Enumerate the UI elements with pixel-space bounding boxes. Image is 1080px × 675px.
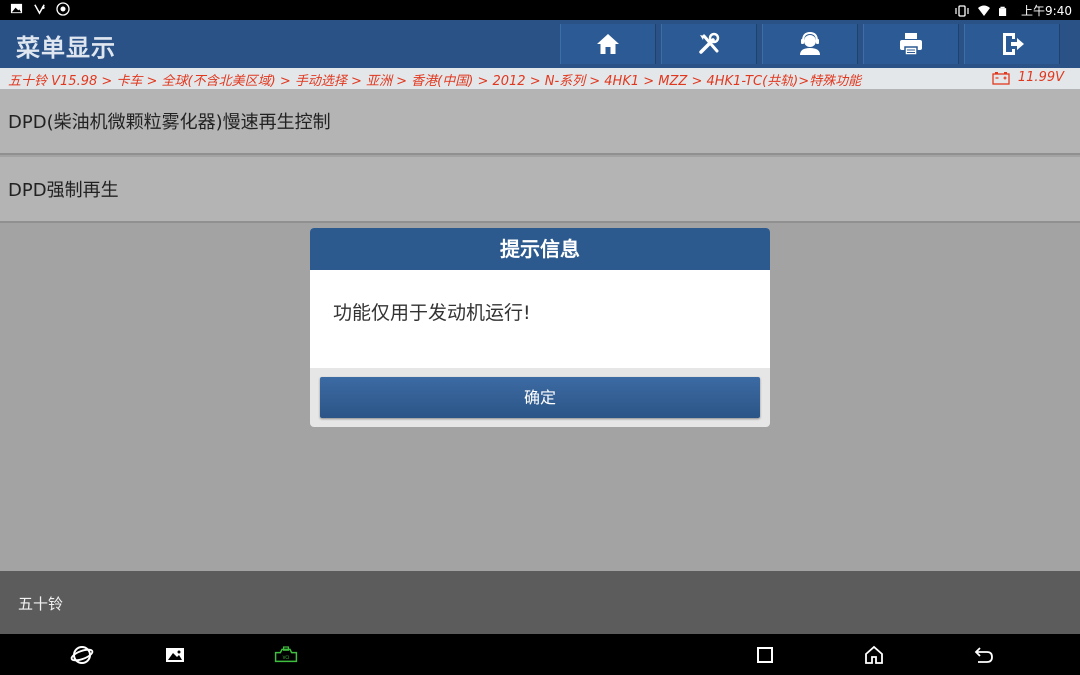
menu-item-label: DPD强制再生 xyxy=(8,180,119,201)
menu-item-dpd-forced-regen[interactable]: DPD强制再生 xyxy=(0,157,1080,223)
battery-icon xyxy=(999,4,1013,18)
diagnose-tools-button[interactable] xyxy=(661,24,757,64)
info-dialog: 提示信息 功能仅用于发动机运行! 确定 xyxy=(310,228,770,427)
page-title: 菜单显示 xyxy=(16,34,116,62)
image-icon xyxy=(10,2,24,16)
support-agent-icon xyxy=(800,31,820,55)
ok-button[interactable]: 确定 xyxy=(320,377,760,418)
breadcrumb: 五十铃 V15.98 > 卡车 > 全球(不含北美区域) > 手动选择 > 亚洲… xyxy=(8,74,862,89)
gallery-button[interactable] xyxy=(162,642,188,668)
browser-icon xyxy=(70,646,94,664)
car-battery-icon xyxy=(992,71,1010,85)
home-icon xyxy=(597,34,619,54)
voltage-value: 11.99V xyxy=(1017,70,1064,85)
vci-icon: VCI xyxy=(274,646,298,663)
footer-label: 五十铃 xyxy=(18,595,64,613)
browser-button[interactable] xyxy=(69,642,95,668)
recents-button[interactable] xyxy=(752,642,778,668)
print-button[interactable] xyxy=(863,24,959,64)
exit-icon xyxy=(1003,33,1024,55)
status-icons-right: 上午9:40 xyxy=(955,2,1072,19)
menu-item-label: DPD(柴油机微颗粒雾化器)慢速再生控制 xyxy=(8,112,331,133)
status-bar: 上午9:40 xyxy=(0,0,1080,20)
support-button[interactable] xyxy=(762,24,858,64)
dialog-title: 提示信息 xyxy=(310,228,770,270)
screen: 上午9:40 菜单显示 五十铃 V15.98 > 卡车 > 全球(不含北美区域)… xyxy=(0,0,1080,675)
vci-button[interactable]: VCI xyxy=(271,642,301,668)
footer: 五十铃 xyxy=(0,571,1080,634)
svg-text:VCI: VCI xyxy=(283,655,290,660)
gallery-icon xyxy=(166,648,184,662)
recents-icon xyxy=(757,647,773,663)
menu-item-dpd-slow-regen[interactable]: DPD(柴油机微颗粒雾化器)慢速再生控制 xyxy=(0,89,1080,155)
print-icon xyxy=(900,33,922,56)
diagnose-tools-icon xyxy=(699,32,720,54)
back-button[interactable] xyxy=(971,642,997,668)
status-time: 上午9:40 xyxy=(1021,4,1072,18)
nav-bar: VCI xyxy=(0,634,1080,675)
back-icon xyxy=(974,647,993,663)
status-icons-left xyxy=(10,2,70,16)
breadcrumb-bar: 五十铃 V15.98 > 卡车 > 全球(不含北美区域) > 手动选择 > 亚洲… xyxy=(0,68,1080,89)
vibrate-icon xyxy=(955,4,969,18)
home-nav-button[interactable] xyxy=(861,642,887,668)
dialog-body: 功能仅用于发动机运行! xyxy=(310,270,770,368)
voicemail-icon xyxy=(33,2,47,16)
app-header: 菜单显示 xyxy=(0,20,1080,68)
dialog-message: 功能仅用于发动机运行! xyxy=(333,302,531,324)
wifi-icon xyxy=(977,4,991,18)
home-button[interactable] xyxy=(560,24,656,64)
home-nav-icon xyxy=(865,645,883,664)
battery-voltage: 11.99V xyxy=(992,70,1064,85)
exit-button[interactable] xyxy=(964,24,1060,64)
usb-debug-icon xyxy=(56,2,70,16)
